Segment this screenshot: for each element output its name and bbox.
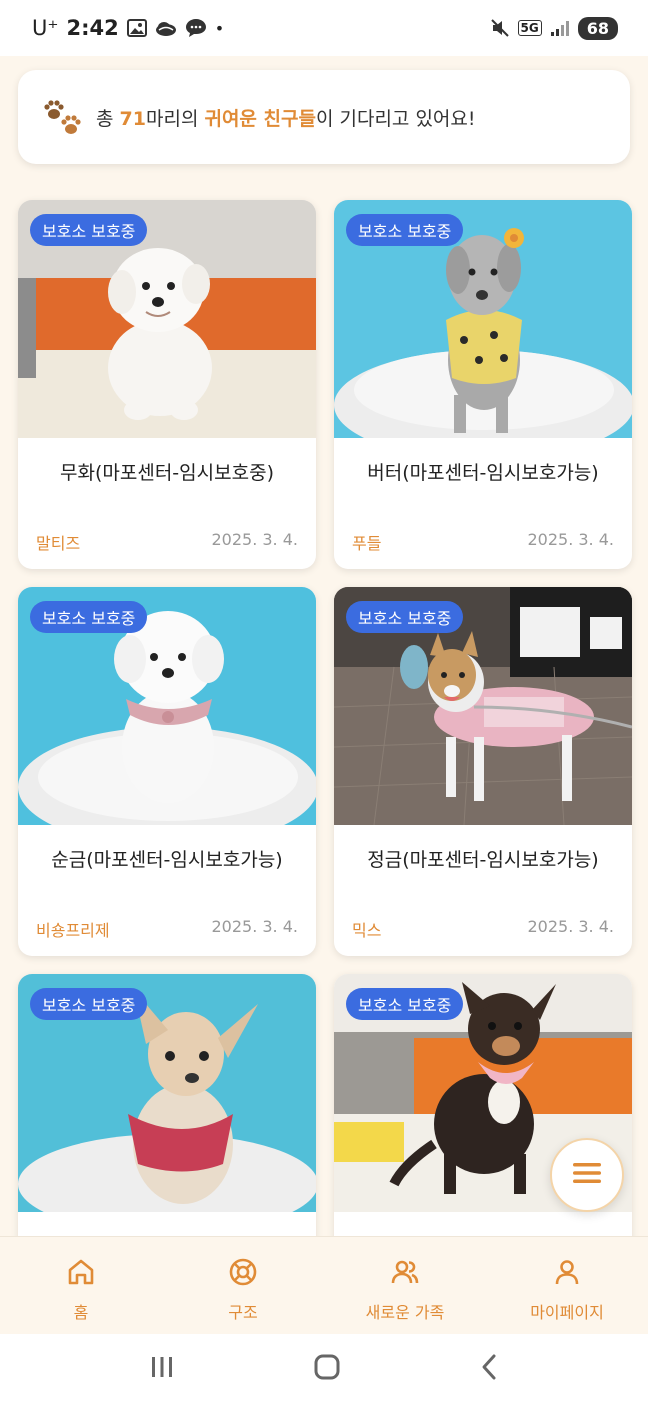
status-badge: 보호소 보호중 bbox=[346, 601, 464, 633]
network-label: 5G bbox=[517, 20, 542, 36]
home-button-icon[interactable] bbox=[313, 1353, 341, 1385]
pet-name: 무화(마포센터-임시보호중) bbox=[60, 462, 274, 484]
battery-level: 68 bbox=[577, 16, 618, 40]
pet-breed: 말티즈 bbox=[36, 534, 81, 553]
nav-label: 새로운 가족 bbox=[365, 1303, 445, 1322]
pet-card[interactable]: 보호소 보호중 무화(마포센터-임시보호중) 말티즈 2025. 3. 4. bbox=[18, 200, 316, 569]
banner-prefix: 총 bbox=[96, 107, 120, 130]
status-bar: U⁺ 2:42 • 5G 68 bbox=[0, 0, 648, 56]
pet-breed: 푸들 bbox=[352, 534, 382, 553]
paw-icon bbox=[40, 94, 86, 140]
gallery-icon bbox=[126, 19, 147, 37]
pet-name: 순금(마포센터-임시보호가능) bbox=[51, 849, 283, 871]
user-icon bbox=[552, 1257, 582, 1291]
cloud-icon bbox=[155, 19, 177, 37]
pet-count: 71 bbox=[119, 107, 146, 130]
pet-name: 정금(마포센터-임시보호가능) bbox=[367, 849, 599, 871]
status-badge: 보호소 보호중 bbox=[30, 988, 148, 1020]
banner-suffix: 이 기다리고 있어요! bbox=[315, 107, 476, 130]
pet-card[interactable]: 보호소 보호중 순금(마포센터-임시보호가능) 비숑프리제 2025. 3. 4… bbox=[18, 587, 316, 956]
nav-item-new-family[interactable]: 새로운 가족 bbox=[324, 1237, 486, 1334]
status-badge: 보호소 보호중 bbox=[346, 214, 464, 246]
pet-breed: 믹스 bbox=[352, 921, 382, 940]
pet-name: 버터(마포센터-임시보호가능) bbox=[367, 462, 599, 484]
status-badge: 보호소 보호중 bbox=[30, 601, 148, 633]
clock: 2:42 bbox=[66, 16, 119, 40]
menu-fab-button[interactable] bbox=[550, 1138, 624, 1212]
notification-dot: • bbox=[214, 18, 225, 38]
nav-label: 홈 bbox=[73, 1303, 89, 1322]
home-icon bbox=[66, 1257, 96, 1291]
pet-card[interactable]: 보호소 보호중 버터(마포센터-임시보호가능) 푸들 2025. 3. 4. bbox=[334, 200, 632, 569]
pet-date: 2025. 3. 4. bbox=[211, 917, 298, 936]
pet-date: 2025. 3. 4. bbox=[527, 530, 614, 549]
lifebuoy-icon bbox=[228, 1257, 258, 1291]
banner-middle: 마리의 bbox=[145, 107, 205, 130]
system-nav-bar bbox=[0, 1334, 648, 1404]
nav-item-home[interactable]: 홈 bbox=[0, 1237, 162, 1334]
nav-item-mypage[interactable]: 마이페이지 bbox=[486, 1237, 648, 1334]
signal-icon bbox=[550, 19, 570, 37]
banner-message: 총 71마리의 귀여운 친구들이 기다리고 있어요! bbox=[96, 104, 476, 131]
waiting-count-banner: 총 71마리의 귀여운 친구들이 기다리고 있어요! bbox=[18, 70, 630, 164]
status-badge: 보호소 보호중 bbox=[30, 214, 148, 246]
users-icon bbox=[390, 1257, 420, 1291]
chat-icon bbox=[185, 18, 207, 38]
menu-icon bbox=[572, 1161, 602, 1189]
nav-label: 구조 bbox=[228, 1303, 258, 1322]
recent-apps-icon[interactable] bbox=[149, 1355, 175, 1383]
carrier-label: U⁺ bbox=[32, 16, 59, 40]
banner-highlight: 귀여운 친구들 bbox=[204, 107, 316, 130]
back-icon[interactable] bbox=[479, 1353, 499, 1385]
bottom-nav: 홈 구조 새로운 가족 마이페이지 bbox=[0, 1236, 648, 1334]
status-badge: 보호소 보호중 bbox=[346, 988, 464, 1020]
nav-item-rescue[interactable]: 구조 bbox=[162, 1237, 324, 1334]
pet-date: 2025. 3. 4. bbox=[211, 530, 298, 549]
pet-card[interactable]: 보호소 보호중 정금(마포센터-임시보호가능) 믹스 2025. 3. 4. bbox=[334, 587, 632, 956]
pet-breed: 비숑프리제 bbox=[36, 921, 110, 940]
nav-label: 마이페이지 bbox=[530, 1303, 604, 1322]
mute-icon bbox=[490, 18, 510, 38]
pet-date: 2025. 3. 4. bbox=[527, 917, 614, 936]
